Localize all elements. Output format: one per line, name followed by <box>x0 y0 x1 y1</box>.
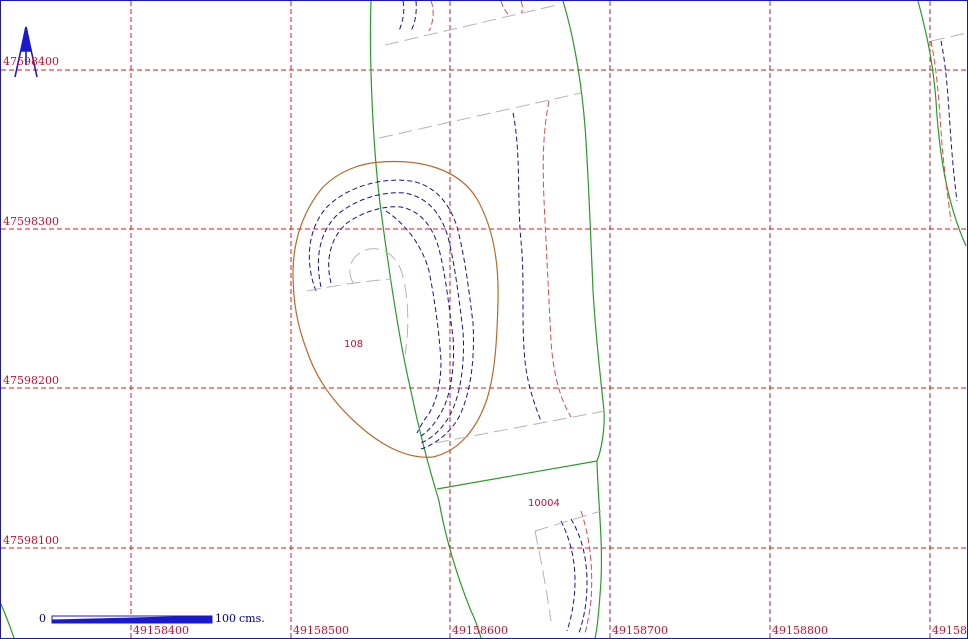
scale-end-label: 100 <box>215 612 236 625</box>
grid-lines <box>1 1 967 638</box>
zone-label-108[interactable]: 108 <box>344 340 363 350</box>
easting-label: 49158400 <box>133 624 189 637</box>
northing-label: 47598400 <box>3 55 59 68</box>
northing-label: 47598100 <box>3 534 59 547</box>
easting-label: 49158800 <box>772 624 828 637</box>
boundary-bottom-left <box>1 603 15 638</box>
northing-label: 47598300 <box>3 215 59 228</box>
boundary-far-right <box>917 1 967 247</box>
easting-label: 49158700 <box>612 624 668 637</box>
boundary-right <box>562 1 605 638</box>
map-canvas[interactable]: 47598400 47598300 47598200 47598100 4915… <box>0 0 968 639</box>
easting-label: 49158600 <box>452 624 508 637</box>
scale-start-label: 0 <box>39 612 46 625</box>
scale-bar <box>51 615 213 624</box>
northing-label: 47598200 <box>3 374 59 387</box>
boundary-left <box>369 1 482 638</box>
boundary-cross <box>436 460 598 490</box>
contours-grey <box>306 4 967 622</box>
scale-unit-label: cms. <box>239 612 265 625</box>
map-drawing <box>1 1 967 638</box>
parcel-boundaries <box>1 1 967 638</box>
easting-label: 49158500 <box>293 624 349 637</box>
zone-label-10004[interactable]: 10004 <box>528 499 560 509</box>
easting-label: 4915890 <box>932 624 967 637</box>
contours-red <box>428 1 952 634</box>
contours-blue <box>308 1 958 634</box>
